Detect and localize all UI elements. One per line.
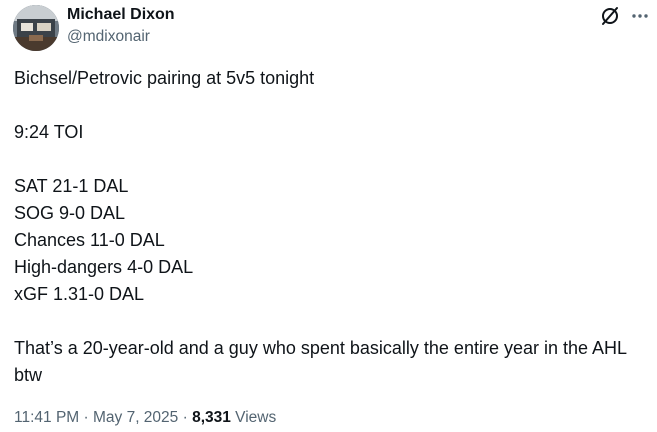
views-count: 8,331: [192, 409, 231, 426]
author-handle[interactable]: @mdixonair: [67, 28, 150, 46]
tweet-line-pairing: Bichsel/Petrovic pairing at 5v5 tonight: [14, 68, 315, 88]
tweet-time[interactable]: 11:41 PM: [14, 409, 79, 426]
author-name[interactable]: Michael Dixon: [67, 6, 175, 24]
stat-line: High-dangers 4-0 DAL: [14, 257, 194, 277]
stat-line: xGF 1.31-0 DAL: [14, 284, 145, 304]
views-label: Views: [230, 409, 277, 426]
avatar-image: [13, 5, 59, 51]
more-dots-icon[interactable]: [629, 5, 651, 27]
tweet-card: Michael Dixon @mdixonair Bichsel/Petrovi…: [0, 0, 657, 432]
grok-icon[interactable]: [599, 5, 621, 27]
avatar[interactable]: [13, 5, 59, 51]
stat-line: SAT 21-1 DAL: [14, 176, 129, 196]
meta-separator: ·: [79, 409, 93, 426]
tweet-meta: 11:41 PM · May 7, 2025 · 8,331 Views: [14, 408, 276, 428]
meta-separator: ·: [178, 409, 193, 426]
tweet-closing: That’s a 20-year-old and a guy who spent…: [14, 338, 627, 385]
tweet-date[interactable]: May 7, 2025: [93, 409, 178, 426]
stat-line: Chances 11-0 DAL: [14, 230, 165, 250]
tweet-line-toi: 9:24 TOI: [14, 122, 84, 142]
stat-line: SOG 9-0 DAL: [14, 203, 126, 223]
